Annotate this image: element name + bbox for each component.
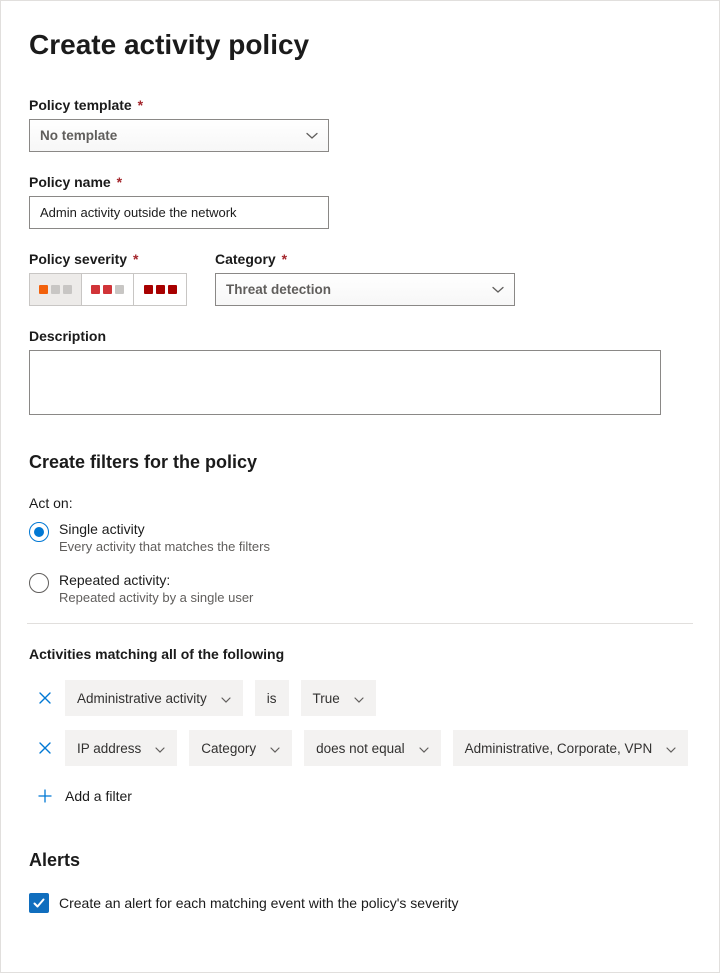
description-field: Description bbox=[29, 328, 691, 418]
severity-square-icon bbox=[144, 285, 153, 294]
chevron-down-icon bbox=[306, 130, 318, 142]
act-on-repeated-text: Repeated activity: Repeated activity by … bbox=[59, 572, 253, 605]
create-alert-row: Create an alert for each matching event … bbox=[29, 893, 691, 913]
activities-matching-label: Activities matching all of the following bbox=[29, 646, 691, 662]
filter-value-text: True bbox=[313, 691, 340, 706]
filters-section-title: Create filters for the policy bbox=[29, 452, 691, 473]
filter-operator: is bbox=[255, 680, 289, 716]
required-star: * bbox=[117, 174, 122, 190]
severity-square-icon bbox=[91, 285, 100, 294]
policy-name-label: Policy name * bbox=[29, 174, 691, 190]
filter-subfield-value: Category bbox=[201, 741, 256, 756]
filter-value-text: Administrative, Corporate, VPN bbox=[465, 741, 653, 756]
act-on-single-row: Single activity Every activity that matc… bbox=[29, 521, 691, 554]
filter-row: Administrative activity is True bbox=[29, 680, 691, 716]
required-star: * bbox=[138, 97, 143, 113]
alerts-section-title: Alerts bbox=[29, 850, 691, 871]
divider bbox=[27, 623, 693, 624]
severity-square-icon bbox=[115, 285, 124, 294]
add-filter-label: Add a filter bbox=[65, 788, 132, 804]
act-on-single-text: Single activity Every activity that matc… bbox=[59, 521, 270, 554]
description-input[interactable] bbox=[29, 350, 661, 415]
add-filter-button[interactable]: Add a filter bbox=[37, 788, 132, 804]
category-label: Category * bbox=[215, 251, 691, 267]
policy-severity-group bbox=[29, 273, 187, 306]
filter-row: IP address Category does not equal Admin… bbox=[29, 730, 691, 766]
create-alert-label: Create an alert for each matching event … bbox=[59, 895, 459, 911]
severity-square-icon bbox=[51, 285, 60, 294]
filter-operator-text: does not equal bbox=[316, 741, 405, 756]
act-on-single-title: Single activity bbox=[59, 521, 270, 537]
act-on-repeated-radio[interactable] bbox=[29, 573, 49, 593]
policy-template-dropdown[interactable]: No template bbox=[29, 119, 329, 152]
required-star: * bbox=[133, 251, 138, 267]
filter-field-dropdown[interactable]: IP address bbox=[65, 730, 177, 766]
policy-name-input[interactable] bbox=[29, 196, 329, 229]
chevron-down-icon bbox=[155, 743, 165, 753]
filter-subfield-dropdown[interactable]: Category bbox=[189, 730, 292, 766]
act-on-repeated-subtitle: Repeated activity by a single user bbox=[59, 590, 253, 605]
severity-square-icon bbox=[39, 285, 48, 294]
severity-square-icon bbox=[103, 285, 112, 294]
act-on-repeated-title: Repeated activity: bbox=[59, 572, 253, 588]
plus-icon bbox=[37, 788, 53, 804]
filter-field-value: Administrative activity bbox=[77, 691, 207, 706]
filter-operator-dropdown[interactable]: does not equal bbox=[304, 730, 441, 766]
policy-name-field: Policy name * bbox=[29, 174, 691, 229]
remove-filter-icon[interactable] bbox=[37, 690, 53, 706]
chevron-down-icon bbox=[419, 743, 429, 753]
page-title: Create activity policy bbox=[29, 29, 691, 61]
filter-field-value: IP address bbox=[77, 741, 141, 756]
category-value: Threat detection bbox=[226, 282, 331, 297]
filter-value-dropdown[interactable]: True bbox=[301, 680, 376, 716]
act-on-single-radio[interactable] bbox=[29, 522, 49, 542]
severity-square-icon bbox=[63, 285, 72, 294]
policy-severity-label-text: Policy severity bbox=[29, 251, 127, 267]
category-dropdown[interactable]: Threat detection bbox=[215, 273, 515, 306]
act-on-single-subtitle: Every activity that matches the filters bbox=[59, 539, 270, 554]
create-alert-checkbox[interactable] bbox=[29, 893, 49, 913]
policy-template-value: No template bbox=[40, 128, 117, 143]
chevron-down-icon bbox=[666, 743, 676, 753]
policy-severity-label: Policy severity * bbox=[29, 251, 187, 267]
policy-template-label-text: Policy template bbox=[29, 97, 132, 113]
remove-filter-icon[interactable] bbox=[37, 740, 53, 756]
policy-name-label-text: Policy name bbox=[29, 174, 111, 190]
category-label-text: Category bbox=[215, 251, 276, 267]
policy-severity-field: Policy severity * bbox=[29, 251, 187, 306]
category-field: Category * Threat detection bbox=[215, 251, 691, 306]
filter-field-dropdown[interactable]: Administrative activity bbox=[65, 680, 243, 716]
filter-value-dropdown[interactable]: Administrative, Corporate, VPN bbox=[453, 730, 689, 766]
severity-square-icon bbox=[156, 285, 165, 294]
chevron-down-icon bbox=[354, 693, 364, 703]
required-star: * bbox=[282, 251, 287, 267]
filter-operator-text: is bbox=[267, 691, 277, 706]
severity-medium-button[interactable] bbox=[82, 274, 134, 305]
chevron-down-icon bbox=[492, 284, 504, 296]
act-on-label: Act on: bbox=[29, 495, 691, 511]
policy-template-label: Policy template * bbox=[29, 97, 691, 113]
chevron-down-icon bbox=[270, 743, 280, 753]
act-on-repeated-row: Repeated activity: Repeated activity by … bbox=[29, 572, 691, 605]
chevron-down-icon bbox=[221, 693, 231, 703]
description-label: Description bbox=[29, 328, 691, 344]
severity-low-button[interactable] bbox=[30, 274, 82, 305]
policy-template-field: Policy template * No template bbox=[29, 97, 691, 152]
severity-square-icon bbox=[168, 285, 177, 294]
severity-high-button[interactable] bbox=[134, 274, 186, 305]
